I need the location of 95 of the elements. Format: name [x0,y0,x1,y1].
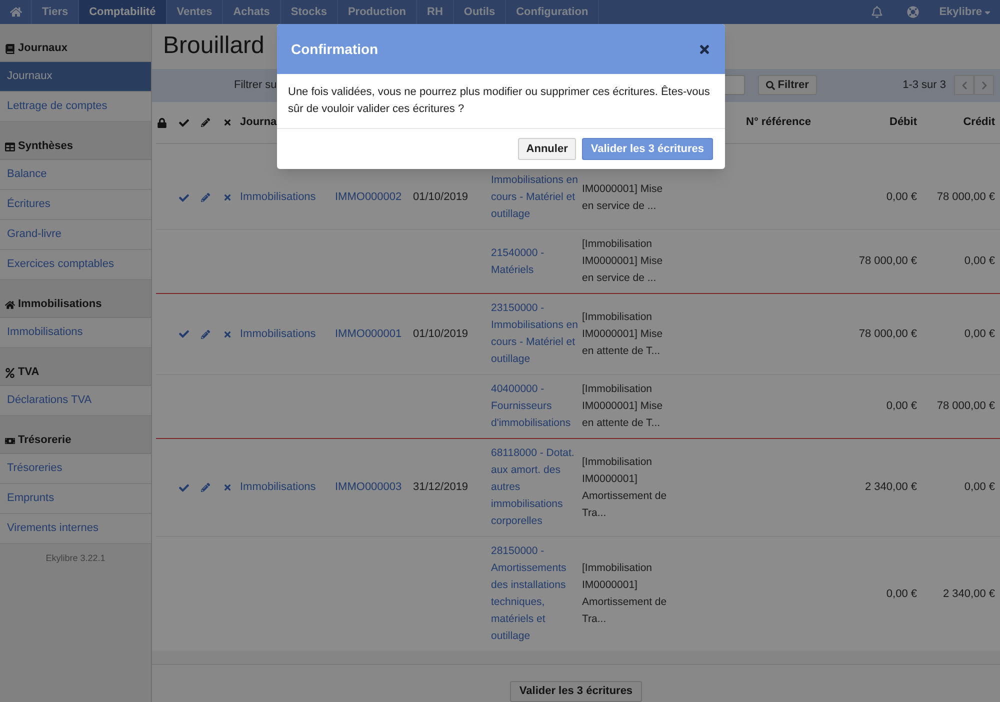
cancel-button[interactable]: Annuler [518,138,576,160]
close-icon [223,118,232,127]
section-title: Journaux [18,40,68,56]
account-link[interactable]: Immobilisations en cours - Matériel et outillage [491,172,582,223]
piece-link[interactable]: IMMO000002 [335,189,413,206]
label-cell-text: [Immobilisation IM0000001] Mise en service de ... [582,237,664,286]
edit-icon[interactable] [201,193,210,202]
column-header: Débit [888,115,917,130]
credit-cell-text: 0,00 € [963,480,996,495]
lock-icon [157,118,167,128]
debit-cell-text: 0,00 € [885,190,917,205]
check-icon [179,118,189,128]
account-link[interactable]: 40400000 - Fournisseurs d'immobilisations [491,381,582,432]
filter-button[interactable]: Filtrer [758,75,817,96]
filter-label: Filtrer su [234,78,277,94]
label-cell-text: [Immobilisation IM0000001] Amortissement de Tra... [582,454,668,520]
book-icon [5,44,15,54]
account-link[interactable]: 21540000 - Matériels [491,244,582,278]
section-title: Immobilisations [18,296,102,312]
section-title: Synthèses [18,138,74,154]
bell-icon [871,6,884,18]
validate-entries-button[interactable]: Valider les 3 écritures [510,681,642,702]
credit-cell-text: 78 000,00 € [936,399,996,414]
validate-icon[interactable] [179,482,189,492]
chevron-right-icon [980,80,988,90]
dialog-title: Confirmation [291,40,378,58]
date-cell-text: 01/10/2019 [413,190,470,205]
debit-cell-text: 2 340,00 € [864,480,917,495]
user-menu-button[interactable]: Ekylibre [931,0,1000,24]
delete-icon[interactable] [223,483,232,492]
label-cell-text: [Immobilisation IM0000001] Mise en attente de T... [582,310,664,358]
label-cell-text: IM0000001] Mise en service de ... [582,182,664,214]
sidebar-item[interactable]: Déclarations TVA [0,386,151,416]
sidebar-item[interactable]: Immobilisations [0,318,151,348]
sidebar-item[interactable]: Trésoreries [0,454,151,484]
credit-cell-text: 0,00 € [963,326,996,342]
nav-tab[interactable]: Ventes [166,0,224,24]
sidebar-item[interactable]: Grand-livre [0,220,151,250]
sidebar-item[interactable]: Virements internes [0,514,151,544]
date-cell-text: 31/12/2019 [413,480,470,495]
pencil-icon [201,118,210,127]
column-header: Crédit [962,115,996,130]
column-header: Journa [240,115,278,130]
chevron-left-icon [960,80,968,90]
table-icon [5,142,15,152]
piece-link[interactable]: IMMO000001 [335,326,413,342]
nav-tab[interactable]: Comptabilité [79,0,167,24]
date-cell-text: 01/10/2019 [413,326,470,342]
validate-icon[interactable] [179,329,189,339]
close-icon [698,42,711,56]
journal-link[interactable]: Immobilisations [240,479,335,496]
version-text: Ekylibre 3.22.1 [44,552,106,565]
label-cell-text: [Immobilisation IM0000001] Mise en attente de T... [582,382,664,431]
journal-link[interactable]: Immobilisations [240,326,335,342]
nav-tab[interactable]: Achats [223,0,281,24]
banknote-icon [5,436,15,446]
sidebar-item[interactable]: Écritures [0,190,151,220]
delete-icon[interactable] [223,330,232,338]
journal-link[interactable]: Immobilisations [240,189,335,206]
lifebuoy-icon [907,6,920,18]
delete-icon[interactable] [223,193,232,202]
sidebar-item[interactable]: Exercices comptables [0,250,151,280]
debit-cell-text: 0,00 € [885,586,917,602]
debit-cell-text: 78 000,00 € [858,254,917,269]
sidebar-item[interactable]: Journaux [0,62,151,92]
debit-cell-text: 78 000,00 € [858,326,917,342]
sidebar-item[interactable]: Lettrage de comptes [0,92,151,122]
credit-cell-text: 78 000,00 € [936,190,996,205]
debit-cell-text: 0,00 € [885,399,917,414]
home-icon [10,6,22,18]
section-title: TVA [18,364,40,380]
dialog-message: Une fois validées, vous ne pourrez plus modifier ou supprimer ces écritures. Êtes-vous sûr de vouloir valider ces écritures ? [288,84,711,117]
account-link[interactable]: 23150000 - Immobilisations en cours - Matériel et outillage [491,300,582,368]
sidebar-item[interactable]: Emprunts [0,484,151,514]
edit-icon[interactable] [201,330,210,338]
credit-cell-text: 2 340,00 € [942,586,996,602]
validate-icon[interactable] [179,192,189,202]
previous-page-button[interactable] [954,75,974,96]
confirm-button[interactable]: Valider les 3 écritures [582,138,713,160]
house-icon [5,300,15,310]
account-link[interactable]: 68118000 - Dotat. aux amort. des autres immobilisations corporelles [491,445,582,530]
piece-link[interactable]: IMMO000003 [335,479,413,496]
sidebar-item[interactable]: Balance [0,160,151,190]
column-header: N° référence [746,115,812,130]
account-link[interactable]: 28150000 - Amortissements des installations techniques, matériels et outillage [491,543,582,645]
next-page-button[interactable] [974,75,994,96]
label-cell-text: [Immobilisation IM0000001] Amortissement de Tra... [582,561,668,627]
credit-cell-text: 0,00 € [963,254,996,269]
percent-icon [5,368,15,378]
search-icon [766,80,775,90]
section-title: Trésorerie [18,432,72,448]
page-title: Brouillard [163,31,264,62]
close-button[interactable] [698,42,711,56]
pagination-range: 1-3 sur 3 [902,78,946,94]
edit-icon[interactable] [201,483,210,492]
